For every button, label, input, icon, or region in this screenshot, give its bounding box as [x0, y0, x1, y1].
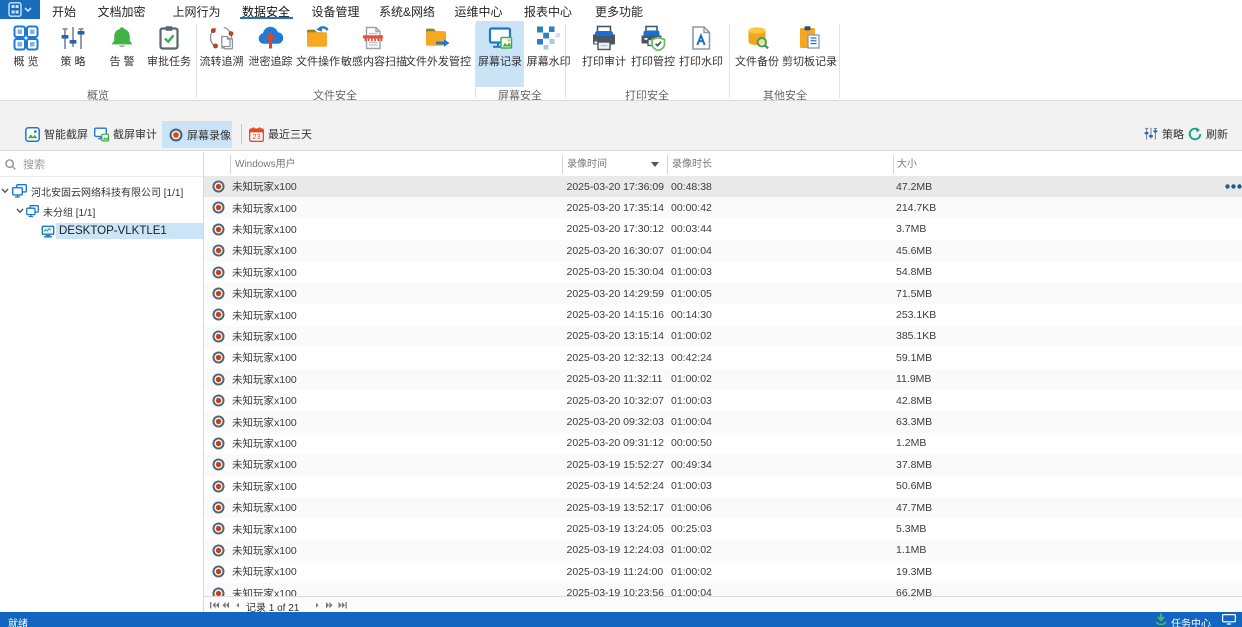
svg-text:23: 23 — [252, 132, 260, 141]
